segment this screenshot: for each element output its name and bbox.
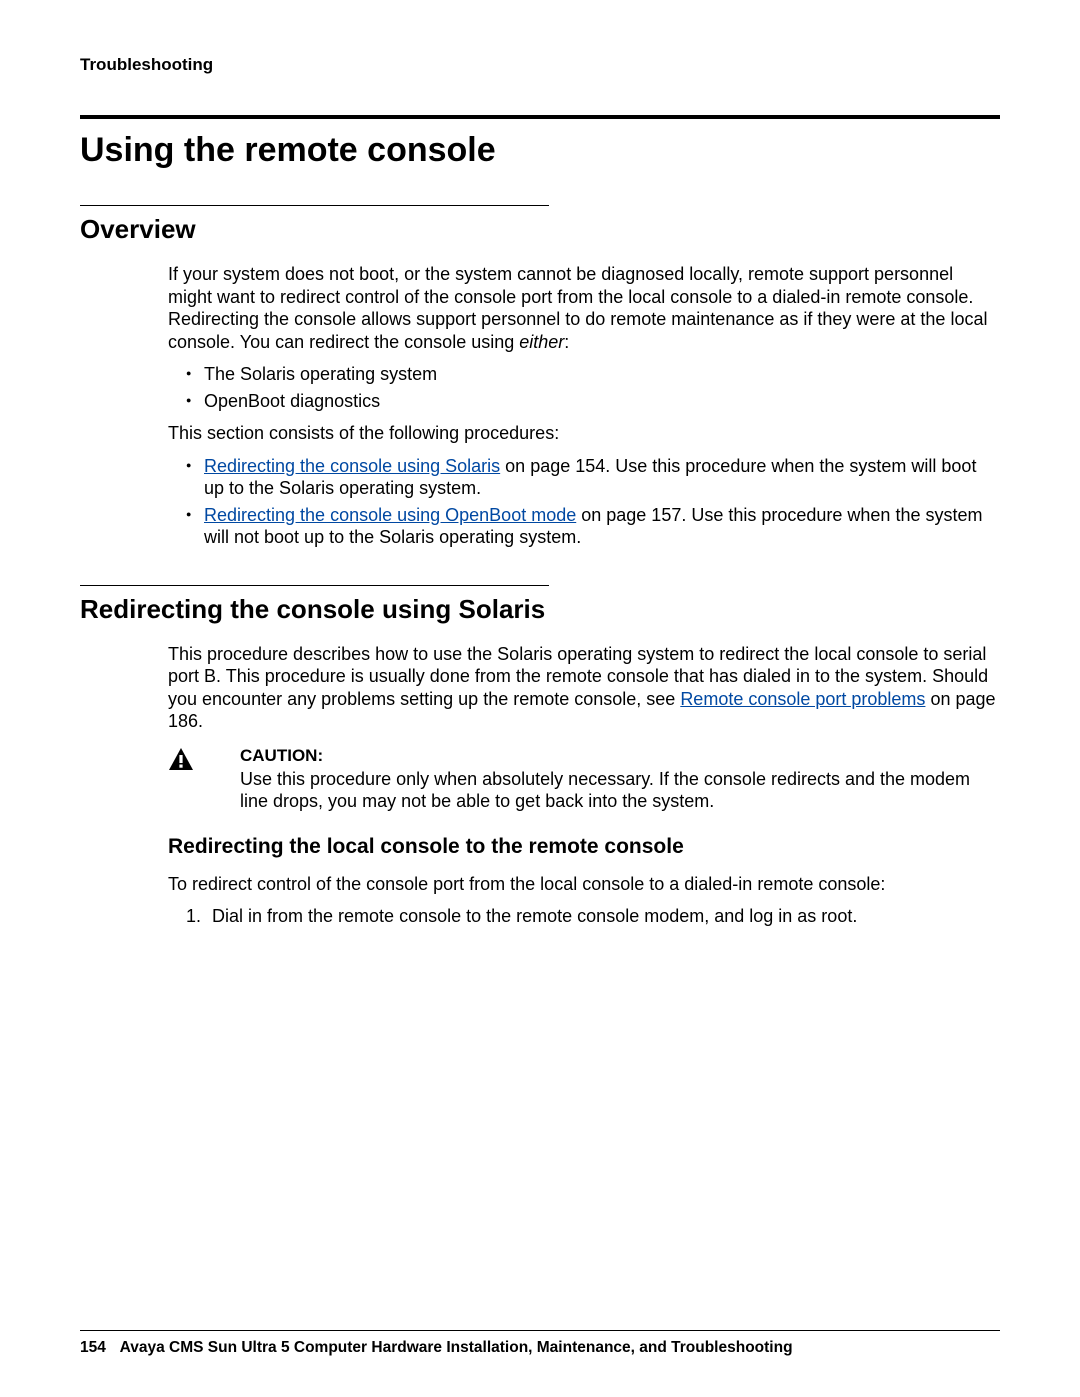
caution-text: Use this procedure only when absolutely … [240, 768, 1000, 813]
page-footer: 154 Avaya CMS Sun Ultra 5 Computer Hardw… [80, 1330, 1000, 1357]
doc-title: Avaya CMS Sun Ultra 5 Computer Hardware … [120, 1339, 793, 1356]
section-rule-overview [80, 205, 549, 206]
section-title-overview: Overview [80, 214, 1000, 245]
solaris-body: This procedure describes how to use the … [168, 643, 1000, 813]
either-italic: either [519, 332, 564, 352]
page-number: 154 [80, 1339, 106, 1356]
subsection-title-local-to-remote: Redirecting the local console to the rem… [168, 835, 1000, 859]
step-item: Dial in from the remote console to the r… [206, 905, 1000, 928]
page-title: Using the remote console [80, 131, 1000, 170]
link-redirect-solaris[interactable]: Redirecting the console using Solaris [204, 456, 500, 476]
caution-icon [168, 745, 240, 813]
procedures-lead: This section consists of the following p… [168, 422, 1000, 445]
overview-paragraph: If your system does not boot, or the sys… [168, 263, 1000, 353]
subsection-body: To redirect control of the console port … [168, 873, 1000, 928]
document-page: Troubleshooting Using the remote console… [0, 0, 1080, 1397]
caution-label: CAUTION: [240, 745, 1000, 766]
section-title-solaris: Redirecting the console using Solaris [80, 594, 1000, 625]
solaris-paragraph: This procedure describes how to use the … [168, 643, 1000, 733]
procedures-list: Redirecting the console using Solaris on… [168, 455, 1000, 549]
heading-rule [80, 115, 1000, 119]
section-rule-solaris [80, 585, 549, 586]
chapter-label: Troubleshooting [80, 55, 1000, 75]
link-redirect-openboot[interactable]: Redirecting the console using OpenBoot m… [204, 505, 576, 525]
list-item: Redirecting the console using OpenBoot m… [186, 504, 1000, 549]
caution-block: CAUTION: Use this procedure only when ab… [168, 745, 1000, 813]
link-remote-console-port-problems[interactable]: Remote console port problems [680, 689, 925, 709]
list-item: Redirecting the console using Solaris on… [186, 455, 1000, 500]
list-item: The Solaris operating system [186, 363, 1000, 386]
overview-bullets: The Solaris operating system OpenBoot di… [168, 363, 1000, 412]
steps-list: Dial in from the remote console to the r… [186, 905, 1000, 928]
subsection-lead: To redirect control of the console port … [168, 873, 1000, 896]
list-item: OpenBoot diagnostics [186, 390, 1000, 413]
overview-body: If your system does not boot, or the sys… [168, 263, 1000, 549]
